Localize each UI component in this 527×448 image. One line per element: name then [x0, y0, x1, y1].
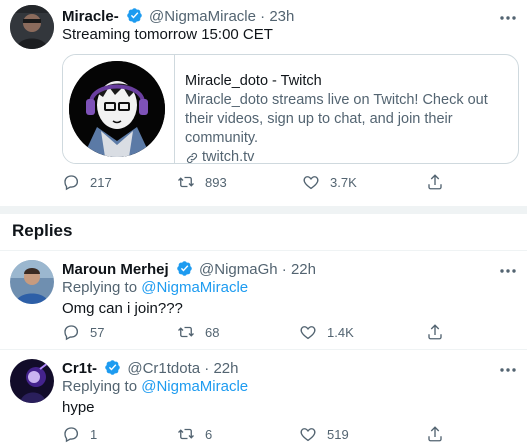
display-name[interactable]: Miracle- [62, 8, 119, 25]
reply-button[interactable]: 57 [62, 322, 104, 342]
more-icon[interactable] [499, 11, 517, 23]
reply-tweet[interactable]: Cr1t- @Cr1tdota · 22h Replying to @Nigma… [0, 350, 527, 448]
more-icon[interactable] [499, 264, 517, 276]
replying-to-link[interactable]: @NigmaMiracle [141, 378, 248, 395]
reply-button[interactable]: 217 [62, 172, 112, 192]
like-icon [300, 428, 316, 442]
avatar-photo [10, 260, 54, 304]
reply-tweet[interactable]: Maroun Merhej @NigmaGh · 22h Replying to… [0, 251, 527, 349]
separator-dot: · [281, 261, 287, 278]
user-handle[interactable]: @NigmaGh [199, 261, 278, 278]
share-button[interactable] [426, 322, 454, 342]
replying-to-link[interactable]: @NigmaMiracle [141, 279, 248, 296]
card-content: Miracle_doto - Twitch Miracle_doto strea… [185, 72, 515, 164]
timestamp[interactable]: 23h [269, 8, 294, 25]
verified-badge-icon [104, 359, 121, 376]
replying-to-label: Replying to [62, 378, 138, 395]
tweet-text: Streaming tomorrow 15:00 CET [62, 26, 273, 43]
verified-badge-icon [126, 7, 143, 24]
tweet-actions: 57 68 1.4K [62, 322, 462, 342]
like-count: 3.7K [330, 174, 357, 190]
share-icon [428, 174, 442, 190]
share-button[interactable] [426, 172, 454, 192]
card-image [63, 55, 175, 163]
share-icon [428, 324, 442, 340]
like-count: 519 [327, 426, 349, 442]
user-handle[interactable]: @Cr1tdota [127, 360, 200, 377]
user-handle[interactable]: @NigmaMiracle [149, 8, 256, 25]
share-icon [428, 426, 442, 442]
replying-to: Replying to @NigmaMiracle [62, 377, 248, 397]
like-icon [300, 326, 316, 340]
link-card[interactable]: Miracle_doto - Twitch Miracle_doto strea… [62, 54, 519, 164]
card-domain: twitch.tv [185, 148, 515, 164]
retweet-count: 68 [205, 324, 220, 340]
retweet-button[interactable]: 6 [177, 424, 212, 444]
retweet-button[interactable]: 68 [177, 322, 219, 342]
tweet-header: Cr1t- @Cr1tdota · 22h [62, 359, 239, 379]
like-button[interactable]: 519 [299, 424, 349, 444]
tweet-actions: 217 893 3.7K [62, 172, 462, 192]
reply-count: 217 [90, 174, 112, 190]
timestamp[interactable]: 22h [213, 360, 238, 377]
retweet-button[interactable]: 893 [177, 172, 227, 192]
retweet-count: 893 [205, 174, 227, 190]
like-count: 1.4K [327, 324, 354, 340]
retweet-icon [178, 428, 194, 440]
like-button[interactable]: 3.7K [302, 172, 357, 192]
reply-icon [64, 427, 79, 443]
replying-to-label: Replying to [62, 279, 138, 296]
reply-count: 57 [90, 324, 105, 340]
card-avatar [69, 61, 165, 157]
tweet-header: Maroun Merhej @NigmaGh · 22h [62, 260, 316, 280]
avatar[interactable] [10, 359, 54, 403]
avatar[interactable] [10, 260, 54, 304]
separator-dot: · [204, 360, 210, 377]
retweet-count: 6 [205, 426, 213, 442]
reply-icon [64, 325, 79, 341]
main-tweet[interactable]: Miracle- @NigmaMiracle · 23h Streaming t… [0, 0, 527, 206]
display-name[interactable]: Cr1t- [62, 360, 97, 377]
share-button[interactable] [426, 424, 454, 444]
card-description: Miracle_doto streams live on Twitch! Che… [185, 92, 488, 146]
verified-badge-icon [176, 260, 193, 277]
replies-heading: Replies [12, 221, 73, 240]
tweet-text: hype [62, 399, 95, 416]
reply-button[interactable]: 1 [62, 424, 97, 444]
reply-icon [64, 175, 79, 191]
link-icon [186, 152, 198, 163]
avatar-photo [10, 5, 54, 49]
avatar[interactable] [10, 5, 54, 49]
retweet-icon [178, 326, 194, 338]
retweet-icon [178, 176, 194, 188]
tweet-actions: 1 6 519 [62, 424, 462, 444]
like-button[interactable]: 1.4K [299, 322, 354, 342]
avatar-photo [10, 359, 54, 403]
card-title: Miracle_doto - Twitch [185, 73, 322, 89]
replying-to: Replying to @NigmaMiracle [62, 278, 248, 298]
tweet-text: Omg can i join??? [62, 300, 183, 317]
like-icon [303, 176, 319, 190]
separator-dot: · [260, 8, 266, 25]
card-domain-text: twitch.tv [202, 149, 255, 164]
more-icon[interactable] [499, 363, 517, 375]
reply-count: 1 [90, 426, 98, 442]
display-name[interactable]: Maroun Merhej [62, 261, 169, 278]
section-separator [0, 206, 527, 214]
twitch-avatar-illustration [69, 61, 165, 157]
tweet-header: Miracle- @NigmaMiracle · 23h [62, 7, 294, 27]
timestamp[interactable]: 22h [291, 261, 316, 278]
